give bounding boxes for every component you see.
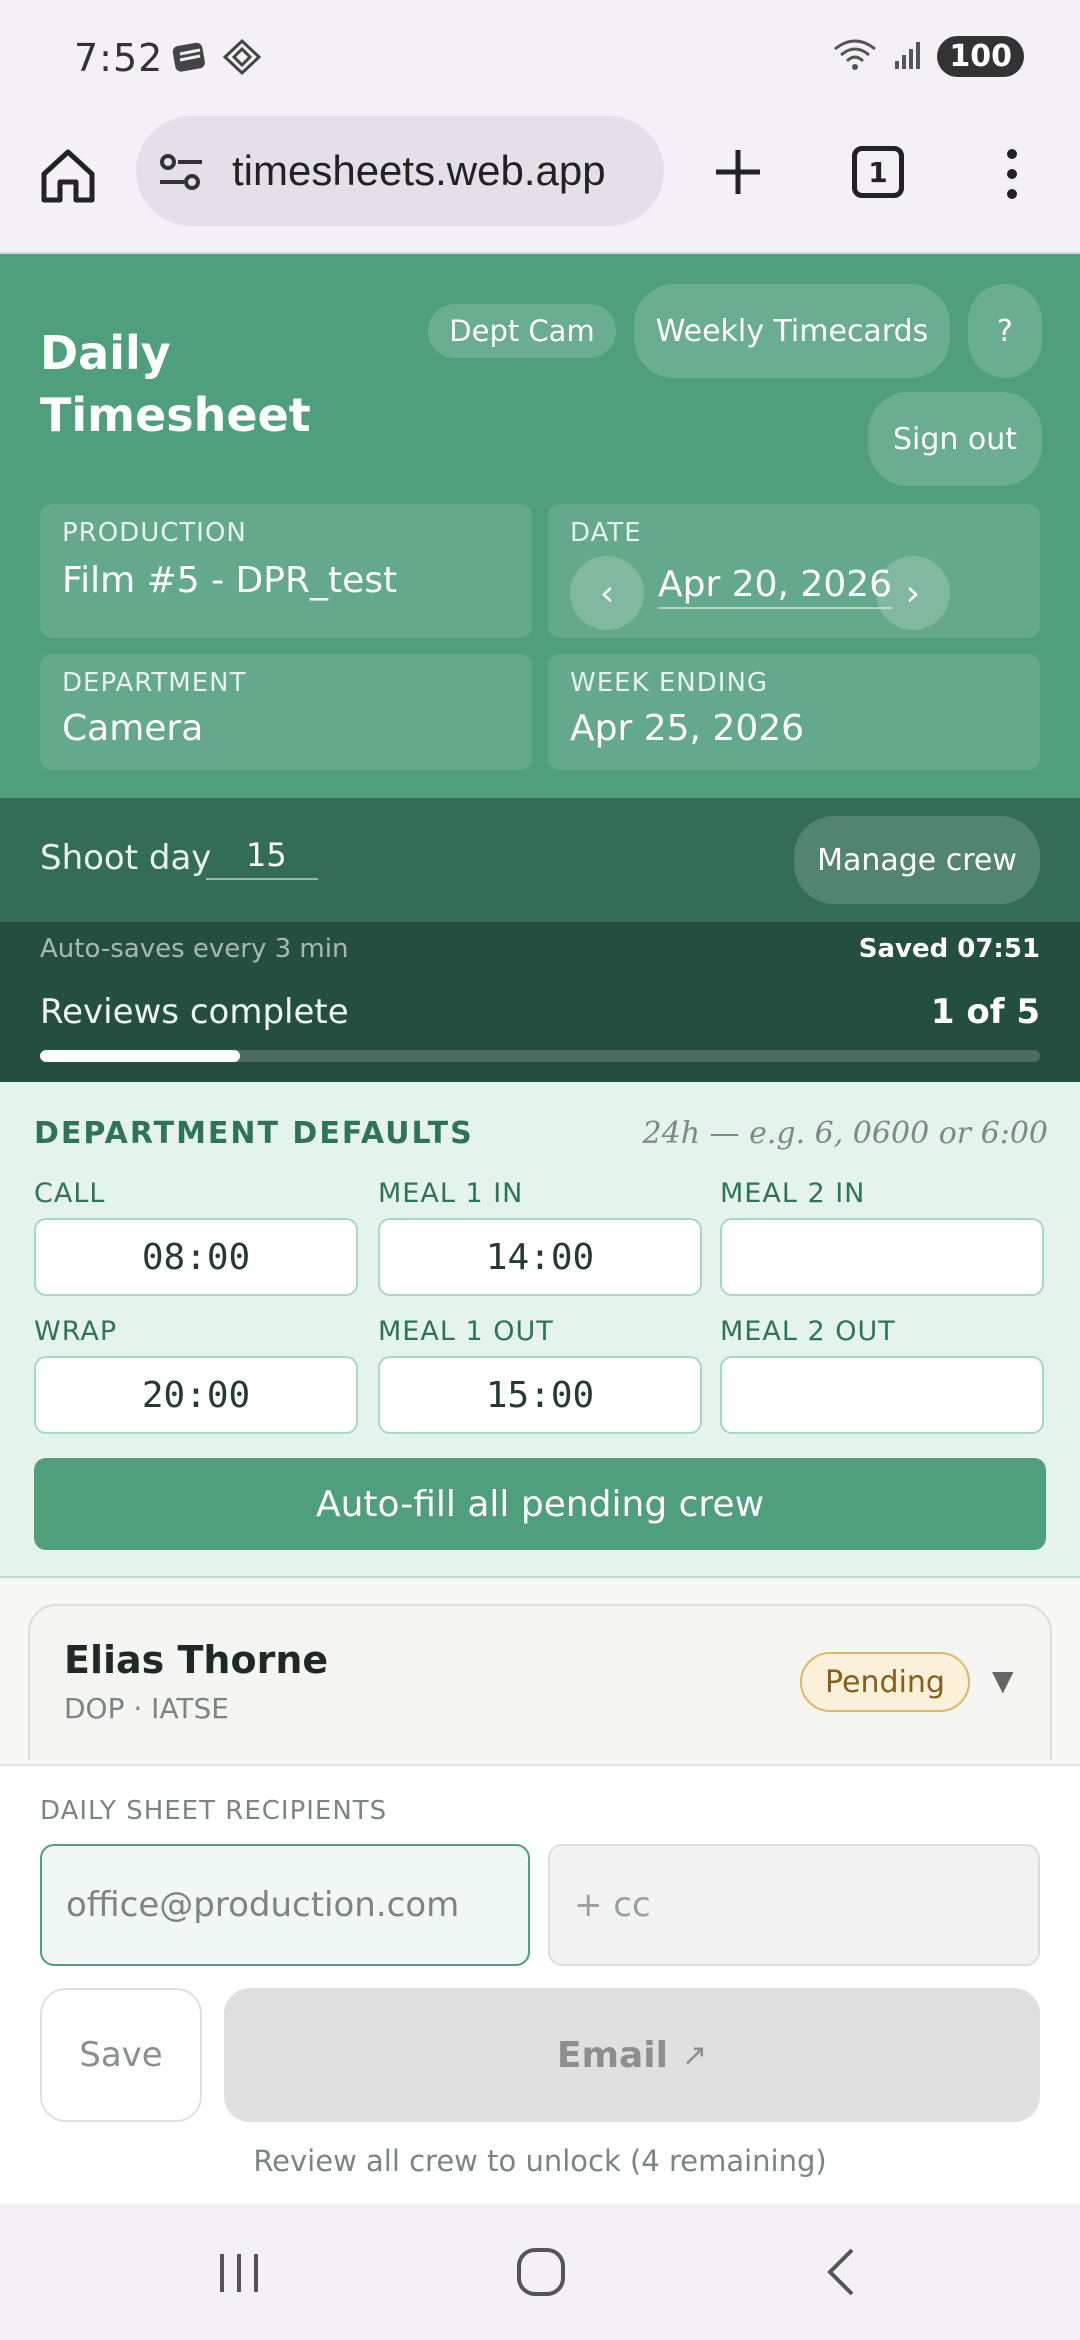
week-ending-label: WEEK ENDING bbox=[570, 668, 769, 698]
department-field: DEPARTMENT Camera bbox=[40, 654, 532, 770]
daily-sheet-recipients-panel: DAILY SHEET RECIPIENTS office@production… bbox=[0, 1764, 1080, 2204]
email-button[interactable]: Email ↗ bbox=[224, 1988, 1040, 2122]
week-ending-value: Apr 25, 2026 bbox=[570, 708, 805, 749]
crew-role: DOP · IATSE bbox=[64, 1692, 229, 1725]
manage-crew-button[interactable]: Manage crew bbox=[794, 816, 1040, 904]
department-value: Camera bbox=[62, 708, 204, 749]
battery-indicator: 100 bbox=[937, 36, 1024, 77]
meal1-in-label: MEAL 1 IN bbox=[378, 1178, 524, 1209]
crew-list: Elias Thorne DOP · IATSE Pending ▼ bbox=[0, 1580, 1080, 1764]
crew-card[interactable]: Elias Thorne DOP · IATSE Pending ▼ bbox=[28, 1604, 1052, 1760]
status-badge: Pending bbox=[800, 1652, 970, 1712]
home-icon[interactable] bbox=[36, 144, 100, 208]
status-bar: 7:52 100 bbox=[0, 0, 1080, 116]
back-nav-icon[interactable] bbox=[808, 2240, 878, 2304]
wifi-icon bbox=[831, 37, 879, 77]
production-field: PRODUCTION Film #5 - DPR_test bbox=[40, 504, 532, 638]
external-link-icon: ↗ bbox=[681, 2037, 708, 2073]
meal2-in-label: MEAL 2 IN bbox=[720, 1178, 866, 1209]
recipients-heading: DAILY SHEET RECIPIENTS bbox=[40, 1796, 388, 1826]
crew-name: Elias Thorne bbox=[64, 1638, 329, 1682]
call-time-input[interactable]: 08:00 bbox=[34, 1218, 358, 1296]
dept-badge: Dept Cam bbox=[428, 304, 616, 358]
autosave-text: Auto-saves every 3 min bbox=[40, 934, 349, 964]
browser-toolbar: timesheets.web.app 1 bbox=[0, 116, 1080, 254]
meal1-out-input[interactable]: 15:00 bbox=[378, 1356, 702, 1434]
reviews-progress-fill bbox=[40, 1050, 240, 1062]
meal1-in-input[interactable]: 14:00 bbox=[378, 1218, 702, 1296]
reviews-label: Reviews complete bbox=[40, 992, 349, 1032]
time-format-hint: 24h — e.g. 6, 0600 or 6:00 bbox=[642, 1116, 1048, 1151]
saved-time: Saved 07:51 bbox=[858, 934, 1040, 964]
reviews-count: 1 of 5 bbox=[930, 992, 1040, 1032]
wrap-label: WRAP bbox=[34, 1316, 118, 1347]
sign-out-button[interactable]: Sign out bbox=[868, 392, 1042, 486]
address-bar[interactable]: timesheets.web.app bbox=[136, 116, 664, 226]
defaults-heading: DEPARTMENT DEFAULTS bbox=[34, 1116, 474, 1151]
next-date-button[interactable]: › bbox=[876, 556, 950, 630]
signal-icon bbox=[893, 39, 923, 75]
date-field: DATE ‹ Apr 20, 2026 › bbox=[548, 504, 1040, 638]
production-label: PRODUCTION bbox=[62, 518, 247, 548]
unlock-hint: Review all crew to unlock (4 remaining) bbox=[253, 2144, 827, 2178]
status-notification-icons bbox=[170, 38, 262, 76]
shoot-day-label: Shoot day bbox=[40, 838, 212, 878]
recent-apps-icon[interactable] bbox=[204, 2240, 274, 2304]
save-button[interactable]: Save bbox=[40, 1988, 202, 2122]
url-text: timesheets.web.app bbox=[232, 147, 606, 194]
site-settings-icon[interactable] bbox=[158, 152, 204, 192]
meal2-in-input[interactable] bbox=[720, 1218, 1044, 1296]
cc-email-input[interactable]: + cc bbox=[548, 1844, 1040, 1966]
wrap-time-input[interactable]: 20:00 bbox=[34, 1356, 358, 1434]
app-notification-icon-2 bbox=[222, 38, 262, 76]
tab-switcher-button[interactable]: 1 bbox=[852, 146, 904, 198]
autofill-pending-crew-button[interactable]: Auto-fill all pending crew bbox=[34, 1458, 1046, 1550]
meal1-out-label: MEAL 1 OUT bbox=[378, 1316, 554, 1347]
department-defaults-section: DEPARTMENT DEFAULTS 24h — e.g. 6, 0600 o… bbox=[0, 1082, 1080, 1578]
date-label: DATE bbox=[570, 518, 642, 548]
meal2-out-label: MEAL 2 OUT bbox=[720, 1316, 896, 1347]
help-button[interactable]: ? bbox=[968, 284, 1042, 378]
prev-date-button[interactable]: ‹ bbox=[570, 556, 644, 630]
shoot-day-input[interactable]: 15 bbox=[206, 836, 318, 880]
timesheet-header: Daily Timesheet Dept Cam Weekly Timecard… bbox=[0, 254, 1080, 798]
meal2-out-input[interactable] bbox=[720, 1356, 1044, 1434]
status-time: 7:52 bbox=[74, 36, 164, 80]
date-value[interactable]: Apr 20, 2026 bbox=[658, 564, 893, 609]
call-label: CALL bbox=[34, 1178, 106, 1209]
shoot-day-bar: Shoot day 15 Manage crew bbox=[0, 798, 1080, 922]
department-label: DEPARTMENT bbox=[62, 668, 247, 698]
more-menu-icon[interactable] bbox=[1000, 146, 1024, 202]
new-tab-icon[interactable] bbox=[708, 142, 768, 202]
home-nav-icon[interactable] bbox=[506, 2240, 576, 2304]
system-nav-bar bbox=[0, 2204, 1080, 2340]
save-status-bar: Auto-saves every 3 min Saved 07:51 Revie… bbox=[0, 922, 1080, 1082]
weekly-timecards-button[interactable]: Weekly Timecards bbox=[634, 284, 950, 378]
recipient-email-input[interactable]: office@production.com bbox=[40, 1844, 530, 1966]
week-ending-field: WEEK ENDING Apr 25, 2026 bbox=[548, 654, 1040, 770]
expand-caret-icon[interactable]: ▼ bbox=[992, 1664, 1014, 1697]
app-notification-icon bbox=[170, 38, 210, 76]
production-value: Film #5 - DPR_test bbox=[62, 560, 398, 601]
reviews-progress-bar bbox=[40, 1050, 1040, 1062]
page-title: Daily Timesheet bbox=[40, 326, 311, 442]
email-button-label: Email bbox=[556, 2034, 668, 2076]
